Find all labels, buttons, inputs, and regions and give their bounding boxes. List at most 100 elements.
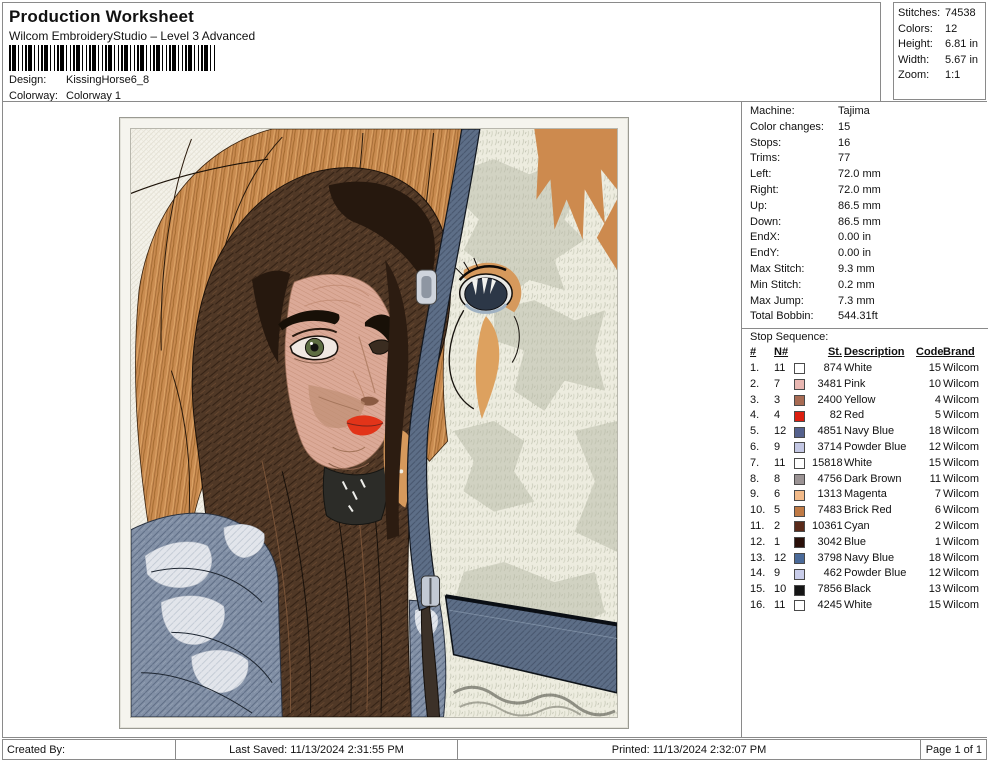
machine-row-value: 544.31ft [838,310,878,323]
thread-color-swatch [794,505,805,517]
thread-color-swatch [794,584,805,596]
stop-row-description: Black [844,583,871,596]
machine-row-label: Machine: [750,105,795,117]
thread-color-swatch [794,410,805,422]
info-panel: Machine: Tajima Color changes: 15 Stops: 16 Tr… [741,102,988,737]
stop-row-stitches: 10361 [812,519,843,532]
machine-row-label: Min Stitch: [750,278,802,291]
stop-row-description: Cyan [844,519,870,532]
stop-sequence-table: # N# St. Description Code Brand 1. 11 874 White 1… [742,345,988,614]
thread-color-swatch [794,568,805,580]
summary-row: Colors: 12 [894,22,985,38]
machine-row-value: 86.5 mm [838,215,881,228]
machine-row: Stops: 16 [742,136,988,152]
machine-row-value: 0.2 mm [838,278,875,291]
machine-row-label: Max Stitch: [750,262,805,275]
stop-row-code: 15 [928,598,941,611]
stop-row-stitches: 3481 [817,377,842,390]
stop-row-stitches: 82 [829,409,842,422]
stop-row-num: 5. [750,425,760,438]
stop-row-num: 15. [750,583,766,596]
stop-row-num: 7. [750,456,760,469]
stop-row-brand: Wilcom [943,472,980,485]
stop-row-needle: 1 [774,535,781,548]
stop-sequence-title: Stop Sequence: [742,328,988,345]
stop-row-description: Pink [844,377,866,390]
stop-row-num: 13. [750,551,766,564]
stop-row-stitches: 462 [823,567,842,580]
stop-row-stitches: 3714 [817,440,842,453]
stop-sequence-header: # N# St. Description Code Brand [750,345,988,361]
stop-row-code: 5 [934,409,941,422]
stop-row-description: White [844,598,873,611]
machine-row-label: Max Jump: [750,294,804,307]
stop-row-needle: 11 [774,361,786,374]
stop-row-description: Navy Blue [844,551,895,564]
stop-row-brand: Wilcom [943,377,980,390]
stop-row-num: 3. [750,393,760,406]
stop-sequence-row: 14. 9 462 Powder Blue 12 Wilcom [750,566,988,582]
stop-row-needle: 12 [774,551,787,564]
machine-row-label: Left: [750,168,772,181]
machine-row: Down: 86.5 mm [742,215,988,231]
machine-row-value: 72.0 mm [838,168,881,181]
stop-row-stitches: 7483 [817,504,842,517]
stop-row-num: 12. [750,535,766,548]
stop-sequence-row: 10. 5 7483 Brick Red 6 Wilcom [750,503,988,519]
stop-row-description: Brick Red [844,504,892,517]
summary-row-value: 1:1 [945,69,961,81]
stop-row-needle: 12 [774,425,787,438]
machine-row: Machine: Tajima [742,104,988,120]
machine-row-value: 9.3 mm [838,262,875,275]
thread-color-swatch [794,458,805,470]
stop-row-description: Red [844,409,865,422]
stop-col-header: Code [916,346,944,359]
thread-color-swatch [794,552,805,564]
summary-row-value: 12 [945,22,958,35]
stop-row-needle: 8 [774,472,781,485]
stop-row-stitches: 7856 [817,583,842,596]
thread-color-swatch [794,394,805,406]
summary-row-label: Width: [898,53,930,66]
thread-color-swatch [794,426,805,438]
summary-row-value: 6.81 in [945,38,979,50]
stop-col-header: Description [844,346,905,359]
stop-row-brand: Wilcom [943,440,980,453]
summary-row: Zoom: 1:1 [894,68,985,84]
summary-row: Stitches: 74538 [894,6,985,22]
summary-row: Height: 6.81 in [894,37,985,53]
stop-row-code: 18 [928,551,941,564]
stop-row-num: 9. [750,488,760,501]
stop-row-brand: Wilcom [943,535,980,548]
design-value: KissingHorse6_8 [66,74,150,86]
stop-row-brand: Wilcom [943,393,980,406]
stop-row-num: 11. [750,519,765,532]
machine-row: Trims: 77 [742,151,988,167]
design-preview-frame [119,117,629,729]
summary-row-value: 5.67 in [945,53,979,66]
stop-row-needle: 4 [774,409,781,422]
printed-cell: Printed: 11/13/2024 2:32:07 PM [458,740,921,759]
design-row: Design: KissingHorse6_8 [9,74,149,86]
stop-row-code: 13 [928,583,941,596]
machine-row-value: 77 [838,152,851,165]
stop-row-brand: Wilcom [943,567,980,580]
thread-color-swatch [794,600,805,612]
stop-sequence-row: 13. 12 3798 Navy Blue 18 Wilcom [750,551,988,567]
stop-row-needle: 3 [774,393,781,406]
machine-row: Right: 72.0 mm [742,183,988,199]
stop-sequence-row: 1. 11 874 White 15 Wilcom [750,361,988,377]
stop-row-description: Powder Blue [844,440,907,453]
machine-row-label: Up: [750,199,768,212]
stop-row-code: 18 [928,425,941,438]
stop-row-description: White [844,456,873,469]
stop-row-brand: Wilcom [943,456,980,469]
stop-row-needle: 7 [774,377,781,390]
stop-row-num: 2. [750,377,760,390]
summary-row-label: Zoom: [898,69,930,81]
machine-row: EndY: 0.00 in [742,246,988,262]
machine-row-value: Tajima [838,105,870,117]
stop-row-brand: Wilcom [943,551,980,564]
stop-row-code: 15 [928,361,941,374]
machine-row-label: Trims: [750,152,781,165]
